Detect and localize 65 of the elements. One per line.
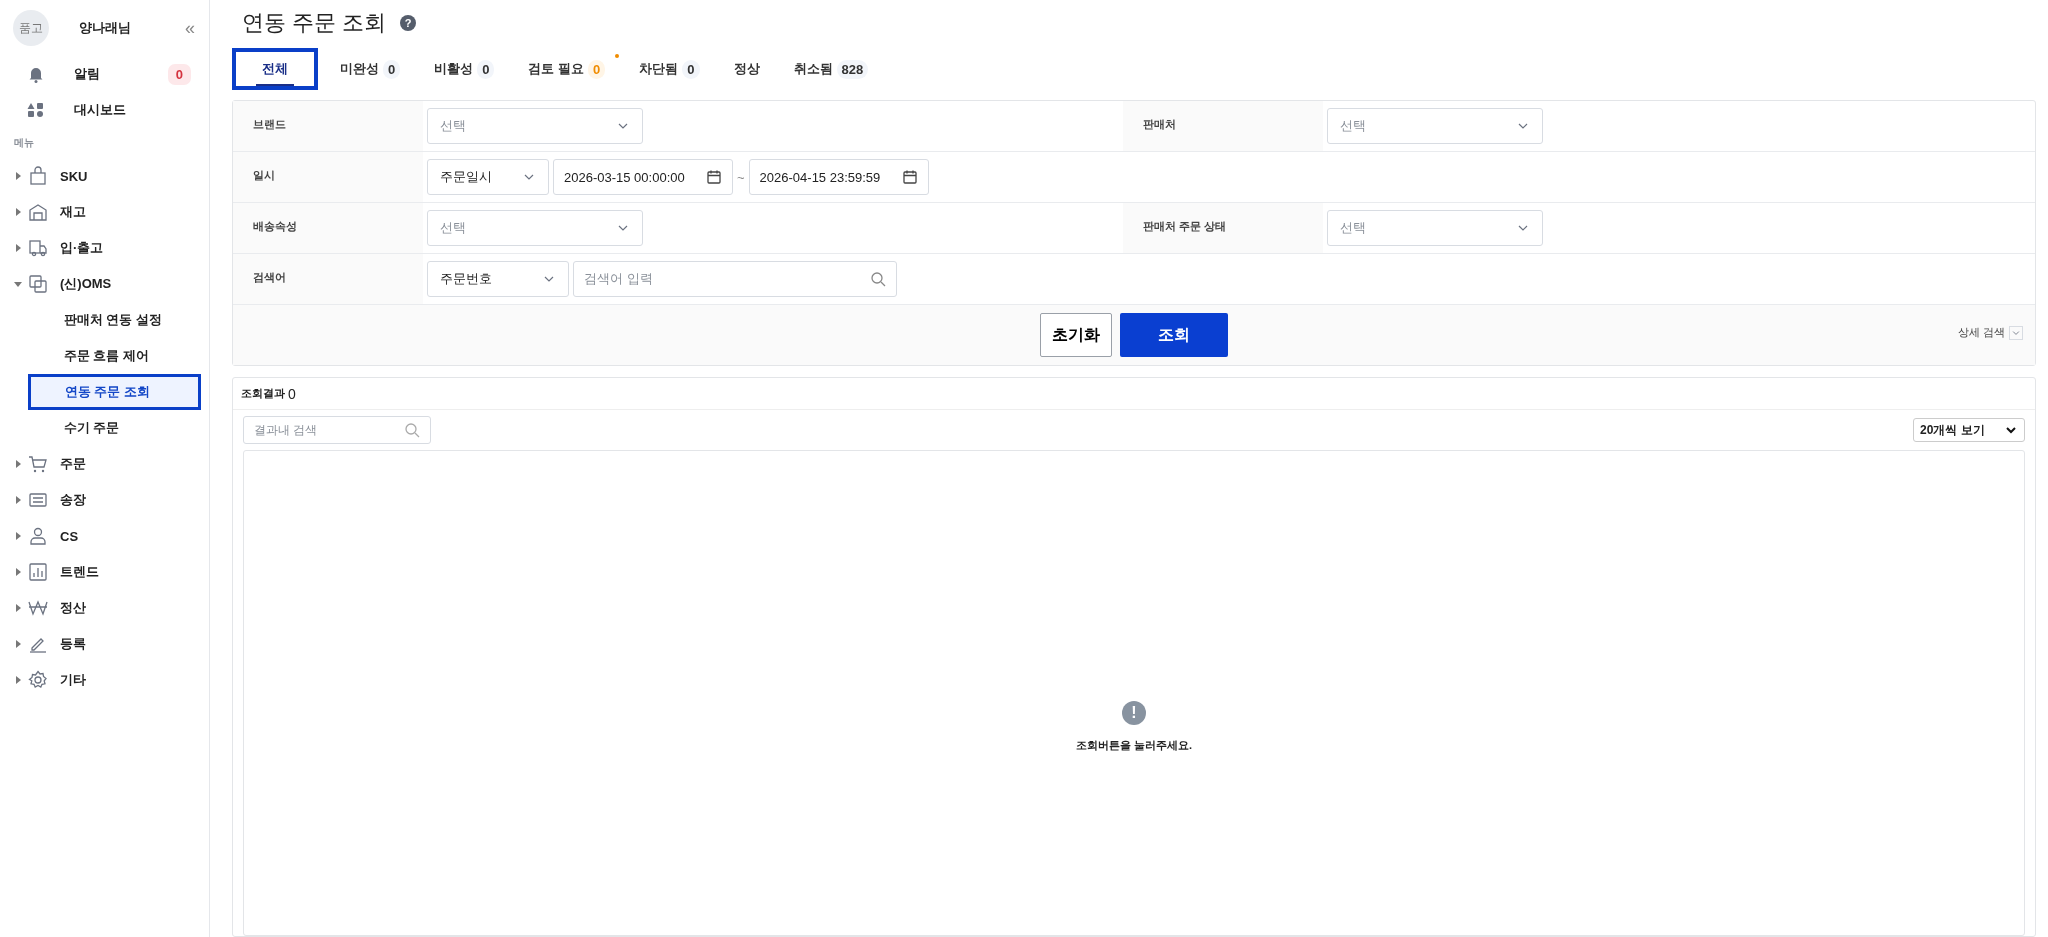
nav-item[interactable]: 등록 — [60, 635, 86, 653]
calendar-icon — [706, 169, 722, 185]
gear-icon — [28, 670, 48, 690]
help-icon[interactable]: ? — [400, 15, 417, 31]
page-title: 연동 주문 조회 — [242, 9, 387, 37]
detail-search-toggle[interactable]: 상세 검색 — [1957, 325, 2023, 340]
alert-icon: ! — [1122, 701, 1146, 725]
tab[interactable]: 검토 필요 0 — [516, 52, 618, 86]
warehouse-icon — [28, 202, 48, 222]
nav-item[interactable]: 입·출고 — [60, 239, 104, 257]
nav-item[interactable]: CS — [60, 528, 79, 544]
filter-label: 판매처 — [1123, 101, 1323, 151]
calendar-icon — [901, 169, 918, 185]
nav-item[interactable]: 기타 — [60, 671, 86, 689]
list-card-icon — [28, 490, 48, 510]
search-icon — [404, 422, 420, 438]
nav-item[interactable]: 정산 — [60, 599, 86, 617]
shapes-icon — [26, 100, 46, 120]
nav-item[interactable]: 송장 — [60, 491, 86, 509]
tab[interactable]: 정상 — [721, 52, 772, 86]
date-field[interactable]: 2026-04-15 23:59:59 — [748, 159, 929, 195]
filter-label: 배송속성 — [233, 203, 423, 253]
nav-item[interactable]: SKU — [60, 168, 88, 184]
cart-icon — [28, 454, 48, 474]
filter-label: 검색어 — [233, 254, 423, 304]
nav-item[interactable]: (신)OMS — [60, 275, 112, 293]
won-icon — [28, 598, 48, 618]
results-title: 조회결과 — [241, 386, 285, 401]
filter-label: 브랜드 — [233, 101, 423, 151]
submenu-item[interactable]: 판매처 연동 설정 — [0, 302, 199, 338]
search-icon — [870, 271, 886, 287]
bag-icon — [28, 166, 48, 186]
date-field[interactable]: 2026-03-15 00:00:00 — [553, 159, 733, 195]
search-button[interactable]: 조회 — [1120, 313, 1228, 357]
tab[interactable]: 비활성 0 — [422, 52, 507, 86]
empty-message: 조회버튼을 눌러주세요. — [1075, 738, 1193, 753]
filter-label: 판매처 주문 상태 — [1123, 203, 1323, 253]
nav-item[interactable]: 대시보드 — [74, 101, 209, 119]
submenu-item[interactable]: 주문 흐름 제어 — [0, 338, 199, 374]
select-field[interactable]: 주문번호 — [427, 261, 569, 297]
nav-item[interactable]: 재고 — [60, 203, 86, 221]
submenu-item[interactable]: 수기 주문 — [0, 410, 199, 446]
avatar: 품고 — [13, 10, 49, 46]
reset-button[interactable]: 초기화 — [1040, 313, 1112, 357]
truck-icon — [28, 238, 48, 258]
tab[interactable]: 미완성 0 — [328, 52, 413, 86]
section-label: 메뉴 — [13, 136, 35, 150]
results-count: 0 — [288, 385, 296, 402]
select-field[interactable]: 주문일시 — [427, 159, 549, 195]
nav-item[interactable]: 주문 — [60, 455, 86, 473]
person-icon — [28, 526, 48, 546]
user-name: 양나래님 — [79, 19, 132, 37]
nav-item[interactable]: 알림 — [74, 65, 168, 83]
filter-label: 일시 — [233, 152, 423, 202]
count-badge: 0 — [167, 63, 191, 85]
collapse-button[interactable]: « — [185, 17, 195, 39]
tab[interactable]: 취소됨 828 — [781, 52, 881, 86]
page-size-select[interactable]: 20개씩 보기 — [1913, 418, 2025, 442]
tab[interactable]: 차단됨 0 — [627, 52, 712, 86]
nav-item[interactable]: 트렌드 — [60, 563, 99, 581]
submenu-item[interactable]: 연동 주문 조회 — [28, 374, 201, 410]
tab[interactable]: 전체 — [232, 48, 318, 90]
bar-chart-icon — [28, 562, 48, 582]
range-separator: ~ — [737, 169, 745, 185]
linked-boxes-icon — [28, 274, 48, 294]
